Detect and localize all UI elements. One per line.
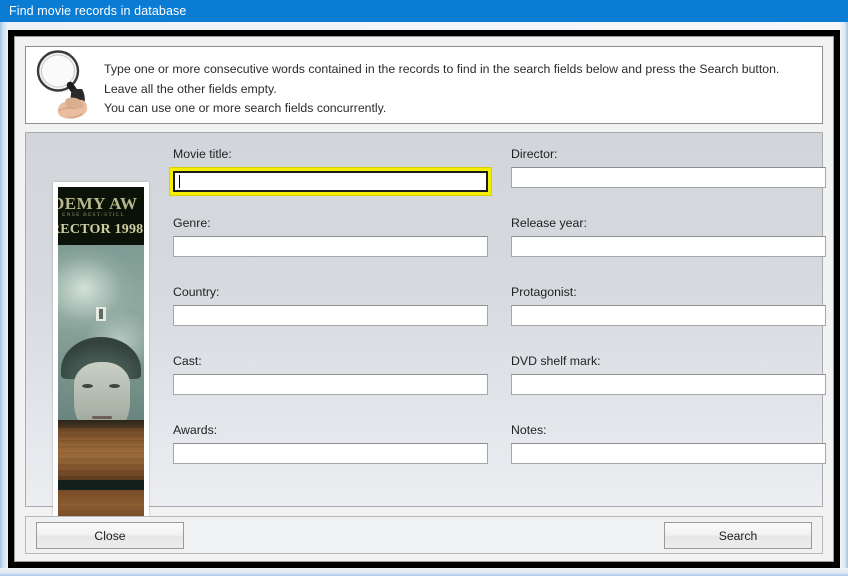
- window-titlebar: Find movie records in database: [0, 0, 848, 22]
- instructions-panel: Type one or more consecutive words conta…: [25, 46, 823, 124]
- text-input[interactable]: [511, 167, 826, 188]
- instruction-line-2: Leave all the other fields empty.: [104, 81, 277, 96]
- window-chrome-bottom: [0, 568, 848, 576]
- text-input[interactable]: [511, 443, 826, 464]
- text-input[interactable]: [173, 305, 488, 326]
- text-caret: [179, 175, 180, 188]
- window-chrome-right: [840, 22, 848, 576]
- find-movie-records-window: Find movie records in database Type one …: [0, 0, 848, 576]
- movie-poster-thumbnail: DEMY AW ENSE BEST/STILL RECTOR 1998 Ste: [53, 182, 149, 532]
- poster-banner-line-2: ENSE BEST/STILL: [62, 212, 126, 218]
- field-label: DVD shelf mark:: [511, 354, 601, 368]
- field-input-wrapper: [511, 443, 826, 464]
- field-label: Country:: [173, 285, 220, 299]
- field-label: Genre:: [173, 216, 211, 230]
- field-label: Awards:: [173, 423, 218, 437]
- text-input[interactable]: [173, 443, 488, 464]
- field-dvd-shelf-mark: DVD shelf mark:: [511, 354, 826, 395]
- instruction-line-1: Type one or more consecutive words conta…: [104, 62, 780, 76]
- field-input-wrapper: [173, 305, 488, 326]
- field-label: Movie title:: [173, 147, 232, 161]
- text-input[interactable]: [511, 236, 826, 257]
- text-input[interactable]: [173, 374, 488, 395]
- search-button[interactable]: Search: [664, 522, 812, 549]
- field-label: Cast:: [173, 354, 202, 368]
- poster-award-banner: DEMY AW ENSE BEST/STILL RECTOR 1998 Ste: [58, 187, 144, 245]
- field-label: Director:: [511, 147, 558, 161]
- field-label: Notes:: [511, 423, 547, 437]
- dialog-button-bar: Close Search: [25, 516, 823, 554]
- field-input-wrapper: [511, 374, 826, 395]
- field-input-wrapper: [511, 167, 826, 188]
- poster-banner-line-3: RECTOR 1998 Ste: [58, 222, 144, 237]
- instructions-text: Type one or more consecutive words conta…: [102, 47, 779, 119]
- instruction-line-3: You can use one or more search fields co…: [104, 101, 387, 115]
- field-input-wrapper: [173, 236, 488, 257]
- field-genre: Genre:: [173, 216, 488, 257]
- field-notes: Notes:: [511, 423, 826, 464]
- text-input[interactable]: [511, 305, 826, 326]
- close-button[interactable]: Close: [36, 522, 184, 549]
- poster-banner-line-1: DEMY AW: [58, 194, 138, 213]
- search-fields-grid: Movie title: Director: Genre: Release year:…: [169, 133, 826, 508]
- field-input-wrapper: [173, 374, 488, 395]
- field-focus-highlight: [169, 167, 492, 196]
- search-form-panel: DEMY AW ENSE BEST/STILL RECTOR 1998 Ste …: [25, 132, 826, 532]
- field-director: Director:: [511, 147, 826, 188]
- field-label: Protagonist:: [511, 285, 577, 299]
- field-awards: Awards:: [173, 423, 488, 464]
- text-input[interactable]: [173, 171, 488, 192]
- field-input-wrapper: [511, 305, 826, 326]
- text-input[interactable]: [173, 236, 488, 257]
- field-input-wrapper: [173, 443, 488, 464]
- field-release-year: Release year:: [511, 216, 826, 257]
- field-movie-title: Movie title:: [169, 147, 492, 196]
- dialog-body: Type one or more consecutive words conta…: [14, 36, 834, 562]
- field-input-wrapper: [511, 236, 826, 257]
- magnifying-glass-icon: [26, 47, 102, 121]
- field-label: Release year:: [511, 216, 587, 230]
- window-title: Find movie records in database: [9, 4, 187, 18]
- field-cast: Cast:: [173, 354, 488, 395]
- text-input[interactable]: [511, 374, 826, 395]
- field-protagonist: Protagonist:: [511, 285, 826, 326]
- field-country: Country:: [173, 285, 488, 326]
